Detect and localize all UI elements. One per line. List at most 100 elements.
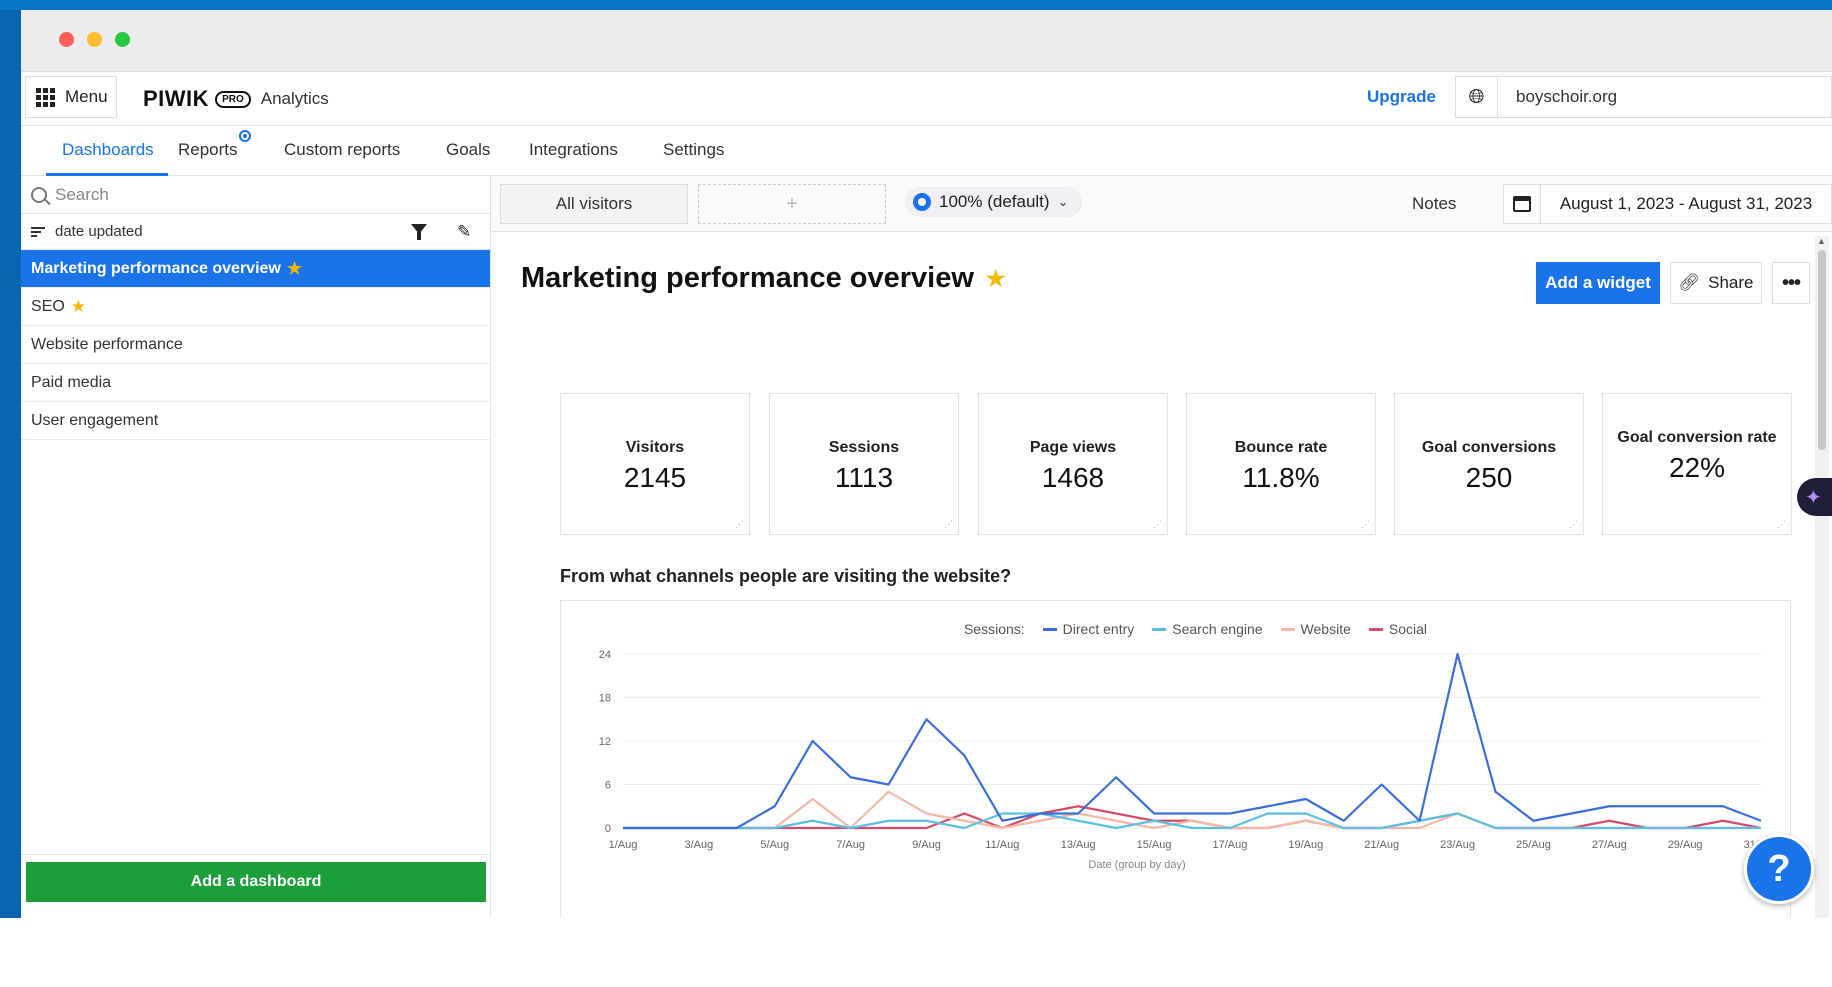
resize-grip-icon[interactable]: ⋰ xyxy=(1569,519,1578,530)
dashboard-title: Marketing performance overview xyxy=(521,262,974,294)
calendar-button[interactable] xyxy=(1503,184,1541,224)
kpi-label: Page views xyxy=(1029,439,1117,456)
tab-goals[interactable]: Goals xyxy=(446,140,490,160)
sidebar-item-marketing-performance-overview[interactable]: Marketing performance overview ★ xyxy=(21,250,490,288)
kpi-widget-page-views[interactable]: Page views 1468 ⋰ xyxy=(978,393,1168,535)
reports-notification-dot-icon xyxy=(239,130,251,142)
chart-section-title: From what channels people are visiting t… xyxy=(560,566,1012,586)
star-icon[interactable]: ★ xyxy=(986,266,1006,292)
star-icon[interactable]: ★ xyxy=(71,297,86,317)
star-icon[interactable]: ★ xyxy=(287,259,302,279)
more-options-button[interactable]: ••• xyxy=(1772,262,1810,304)
sidebar-search xyxy=(21,176,490,214)
resize-grip-icon[interactable]: ⋰ xyxy=(944,519,953,530)
x-tick-label: 13/Aug xyxy=(1061,839,1096,851)
sessions-by-channel-chart: Sessions: Direct entry Search engine Web… xyxy=(560,600,1791,928)
y-tick-label: 6 xyxy=(605,780,611,792)
y-tick-label: 12 xyxy=(599,736,611,748)
sidebar-item-label: User engagement xyxy=(31,411,159,429)
vertical-scrollbar[interactable]: ▲ ▼ xyxy=(1815,236,1829,928)
site-name: boyschoir.org xyxy=(1516,87,1618,106)
x-tick-label: 25/Aug xyxy=(1516,839,1551,851)
logo-analytics-text: Analytics xyxy=(260,89,329,108)
sidebar-item-user-engagement[interactable]: User engagement xyxy=(21,402,490,440)
tab-integrations[interactable]: Integrations xyxy=(529,140,618,160)
resize-grip-icon[interactable]: ⋰ xyxy=(1777,519,1786,530)
tab-custom-reports[interactable]: Custom reports xyxy=(284,140,400,160)
piwik-pro-logo[interactable]: PIWIK PRO Analytics xyxy=(143,86,329,112)
sidebar-item-website-performance[interactable]: Website performance xyxy=(21,326,490,364)
date-range-picker[interactable]: August 1, 2023 - August 31, 2023 xyxy=(1541,184,1832,224)
x-axis-label: Date (group by day) xyxy=(1088,859,1185,871)
sort-label[interactable]: date updated xyxy=(55,223,143,240)
main-nav-tabs: Dashboards Reports Custom reports Goals … xyxy=(21,126,1832,176)
filter-icon[interactable] xyxy=(411,224,427,240)
y-tick-label: 18 xyxy=(599,693,611,705)
x-tick-label: 5/Aug xyxy=(760,839,789,851)
sidebar-item-paid-media[interactable]: Paid media xyxy=(21,364,490,402)
resize-grip-icon[interactable]: ⋰ xyxy=(1361,519,1370,530)
kpi-widget-bounce-rate[interactable]: Bounce rate 11.8% ⋰ xyxy=(1186,393,1376,535)
x-tick-label: 9/Aug xyxy=(912,839,941,851)
kpi-widget-goal-conversions[interactable]: Goal conversions 250 ⋰ xyxy=(1394,393,1584,535)
kpi-widget-sessions[interactable]: Sessions 1113 ⋰ xyxy=(769,393,959,535)
kpi-value: 2145 xyxy=(623,462,687,493)
add-widget-button[interactable]: Add a widget xyxy=(1536,262,1660,304)
x-tick-label: 15/Aug xyxy=(1137,839,1172,851)
kpi-label: Goal conversions xyxy=(1421,439,1557,456)
globe-icon: 🌐︎ xyxy=(1456,77,1498,117)
add-segment-button[interactable]: + xyxy=(698,184,886,224)
scroll-up-arrow-icon[interactable]: ▲ xyxy=(1817,236,1826,246)
notes-button[interactable]: Notes xyxy=(1412,194,1456,214)
kpi-widget-goal-conversion-rate[interactable]: Goal conversion rate 22% ⋰ xyxy=(1602,393,1792,535)
add-dashboard-button[interactable]: Add a dashboard xyxy=(26,862,486,902)
edit-icon[interactable]: ✎ xyxy=(457,222,471,242)
maximize-window-button[interactable] xyxy=(115,32,130,47)
sort-icon[interactable] xyxy=(31,226,45,237)
desktop-background-bottom xyxy=(0,918,1832,987)
kpi-value: 1468 xyxy=(1041,462,1105,493)
x-tick-label: 29/Aug xyxy=(1668,839,1703,851)
kpi-value: 250 xyxy=(1465,462,1513,493)
sampling-selector[interactable]: 100% (default) ⌄ xyxy=(905,187,1083,217)
menu-label: Menu xyxy=(65,87,108,106)
sidebar-item-seo[interactable]: SEO ★ xyxy=(21,288,490,326)
link-icon: 🔗︎ xyxy=(1678,273,1701,292)
x-tick-label: 19/Aug xyxy=(1288,839,1323,851)
app-header: Menu PIWIK PRO Analytics Upgrade 🌐︎ boys… xyxy=(21,72,1832,126)
tab-reports[interactable]: Reports xyxy=(178,140,238,160)
y-tick-label: 24 xyxy=(599,649,611,661)
sampling-label: 100% (default) xyxy=(939,192,1050,211)
minimize-window-button[interactable] xyxy=(87,32,102,47)
resize-grip-icon[interactable]: ⋰ xyxy=(1153,519,1162,530)
help-button[interactable]: ? xyxy=(1744,834,1814,904)
site-selector[interactable]: 🌐︎ boyschoir.org xyxy=(1455,76,1832,118)
x-tick-label: 1/Aug xyxy=(609,839,638,851)
search-input[interactable] xyxy=(55,184,435,205)
tab-settings[interactable]: Settings xyxy=(663,140,724,160)
desktop-top-band xyxy=(0,0,1832,10)
kpi-widget-visitors[interactable]: Visitors 2145 ⋰ xyxy=(560,393,750,535)
close-window-button[interactable] xyxy=(59,32,74,47)
tab-dashboards[interactable]: Dashboards xyxy=(62,140,154,160)
segment-all-visitors-button[interactable]: All visitors xyxy=(500,184,688,224)
sidebar-divider xyxy=(21,854,491,855)
browser-window: Menu PIWIK PRO Analytics Upgrade 🌐︎ boys… xyxy=(21,10,1832,928)
sort-bar: date updated ✎ xyxy=(21,214,490,250)
menu-button[interactable]: Menu xyxy=(25,76,117,118)
ai-assistant-sparkle-icon[interactable]: ✦ xyxy=(1797,478,1832,516)
share-button[interactable]: 🔗︎ Share xyxy=(1670,262,1762,304)
upgrade-link[interactable]: Upgrade xyxy=(1367,87,1436,107)
resize-grip-icon[interactable]: ⋰ xyxy=(735,519,744,530)
chevron-down-icon: ⌄ xyxy=(1057,194,1069,209)
sidebar-item-label: Paid media xyxy=(31,373,112,391)
search-icon xyxy=(31,186,47,203)
calendar-icon xyxy=(1513,196,1531,212)
dashboard-sidebar: date updated ✎ Marketing performance ove… xyxy=(21,176,491,928)
kpi-label: Visitors xyxy=(625,439,685,456)
scrollbar-thumb[interactable] xyxy=(1818,250,1826,450)
x-tick-label: 7/Aug xyxy=(836,839,865,851)
logo-main-text: PIWIK xyxy=(143,86,210,111)
kpi-value: 11.8% xyxy=(1242,462,1320,493)
kpi-label: Bounce rate xyxy=(1234,439,1328,456)
